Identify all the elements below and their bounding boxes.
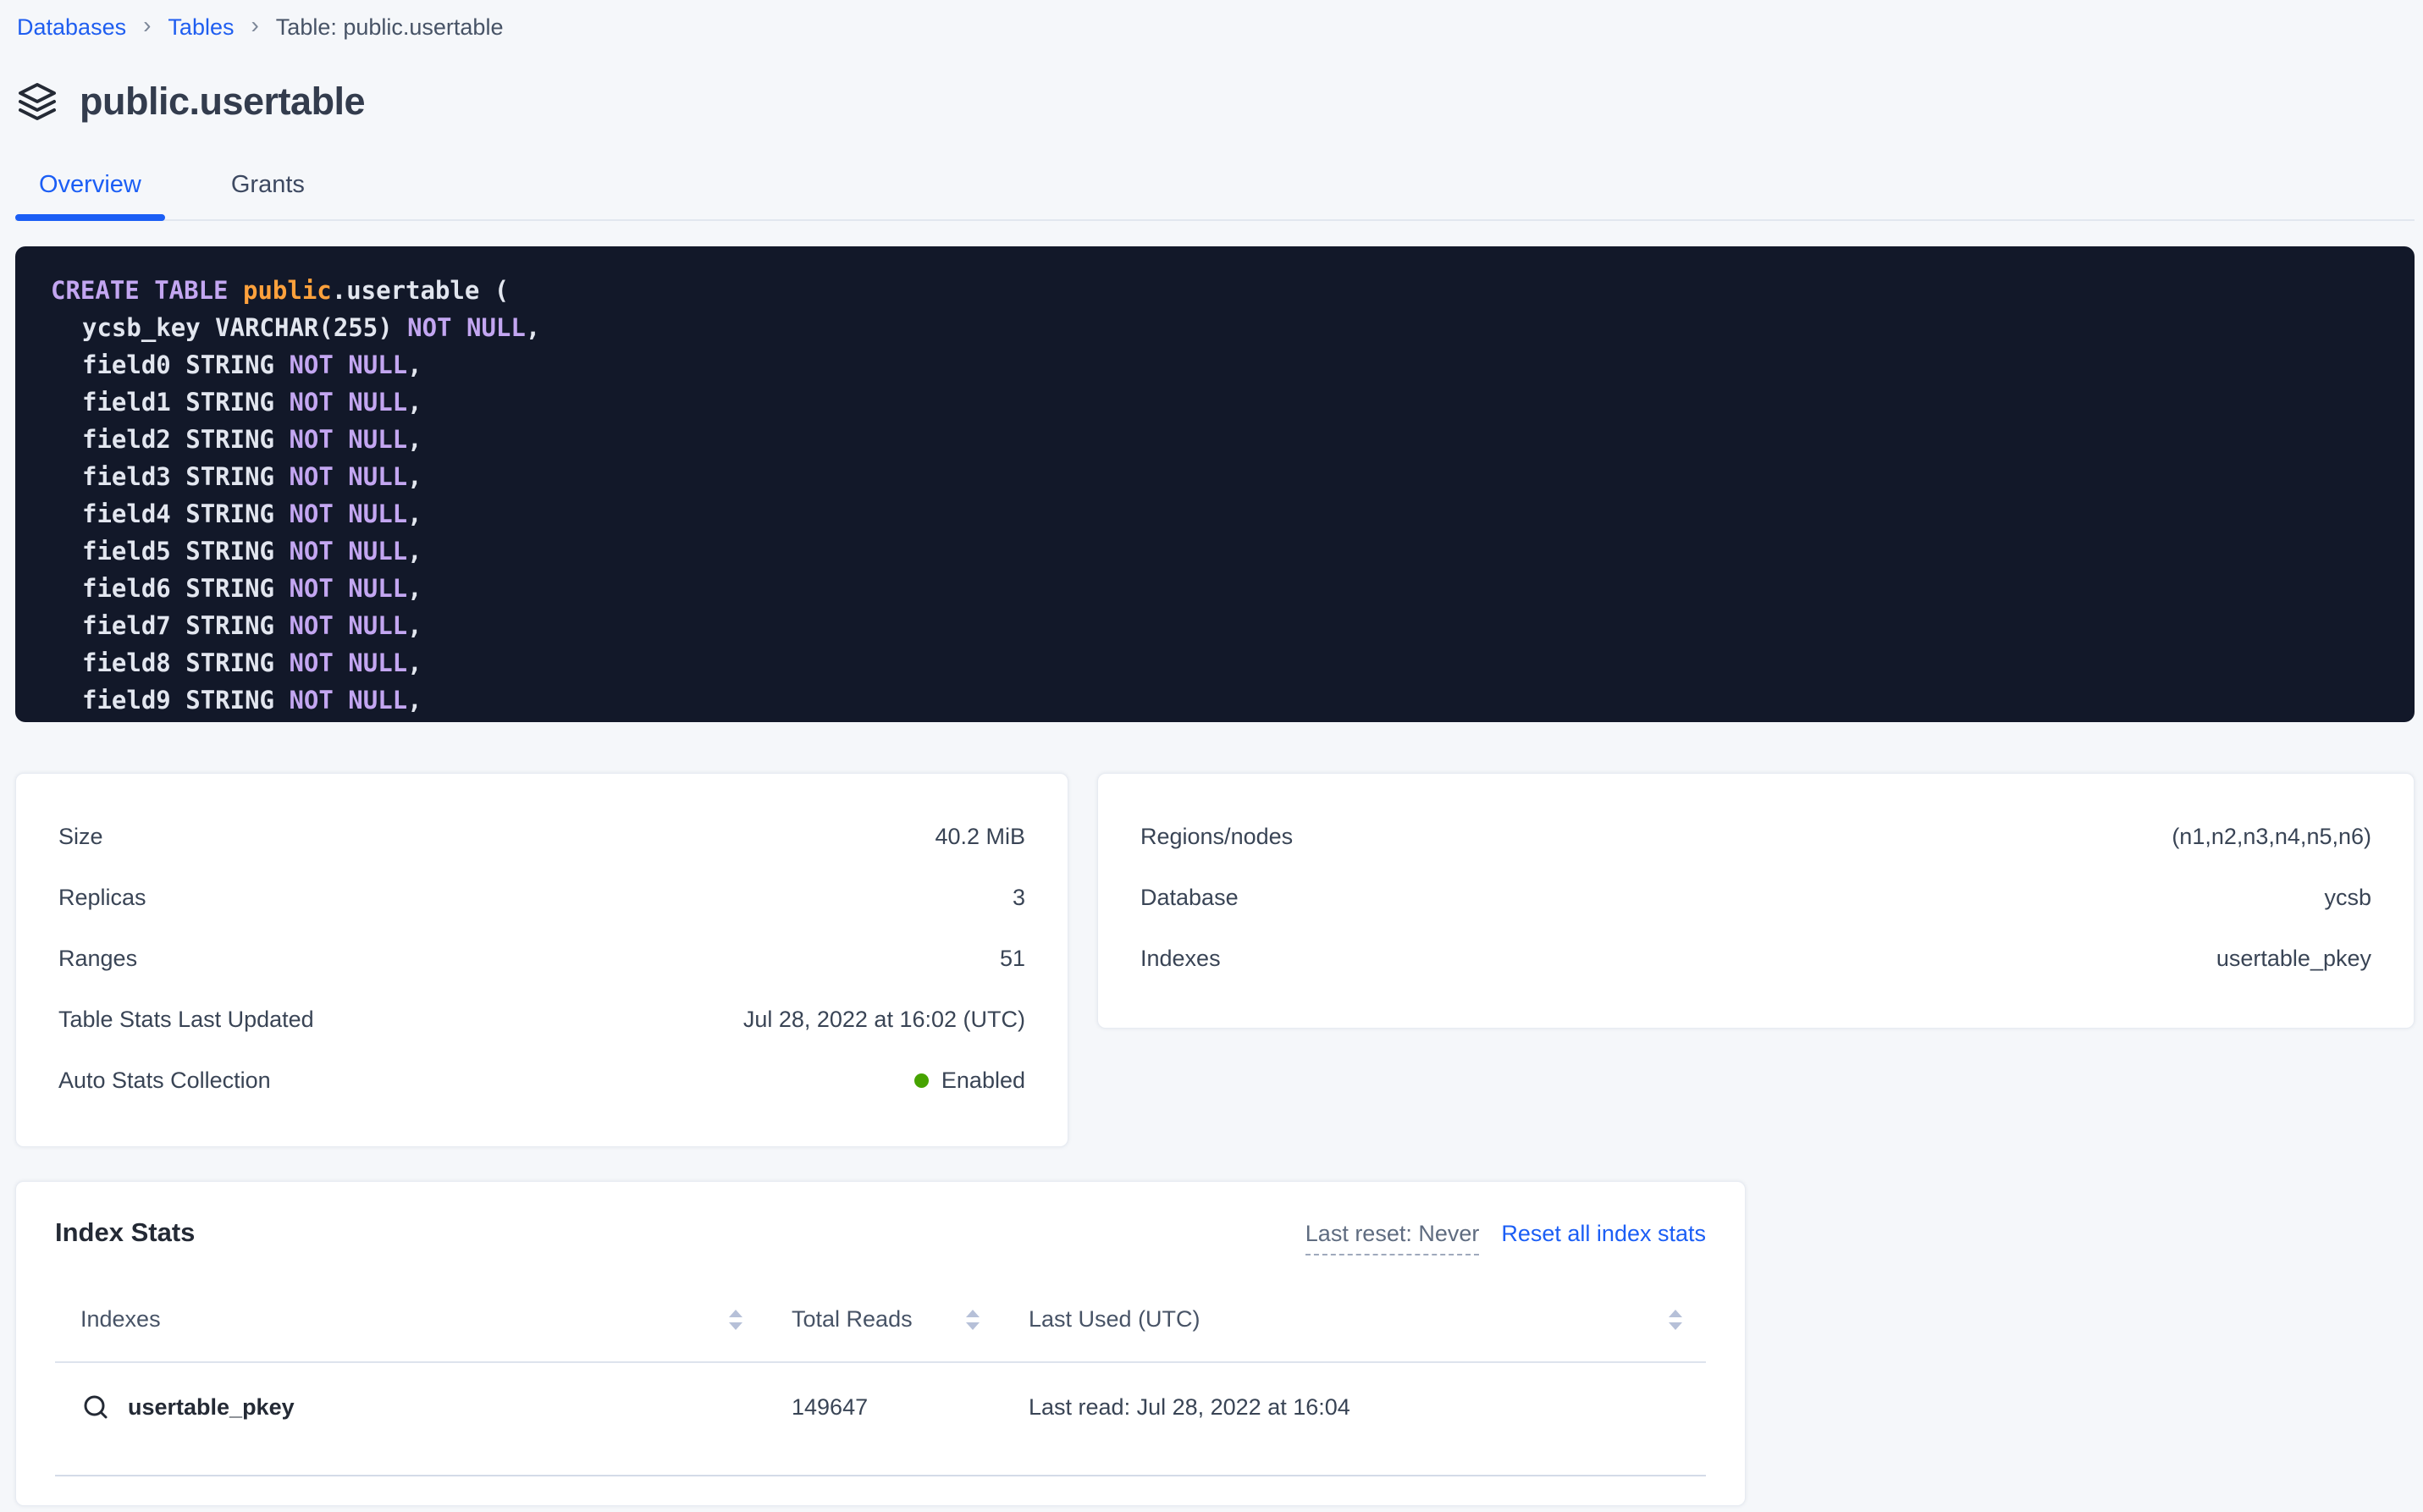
sql-line: field5 STRING NOT NULL,	[51, 533, 2381, 570]
table-location-card: Regions/nodes (n1,n2,n3,n4,n5,n6) Databa…	[1097, 773, 2415, 1029]
sql-line: field1 STRING NOT NULL,	[51, 384, 2381, 421]
sort-icon	[1667, 1307, 1684, 1333]
page-header: public.usertable	[17, 80, 2423, 124]
sql-table-name: .usertable (	[332, 276, 510, 305]
column-header-indexes[interactable]: Indexes	[55, 1306, 766, 1333]
page-title: public.usertable	[80, 80, 365, 124]
chevron-right-icon: ›	[143, 14, 151, 41]
stat-row-regions: Regions/nodes (n1,n2,n3,n4,n5,n6)	[1140, 806, 2371, 867]
stat-row-auto-stats: Auto Stats Collection Enabled	[58, 1050, 1025, 1111]
status-dot-icon	[914, 1073, 929, 1088]
sql-line: field0 STRING NOT NULL,	[51, 346, 2381, 384]
layers-icon	[17, 81, 58, 122]
stat-row-size: Size 40.2 MiB	[58, 806, 1025, 867]
sql-line: field3 STRING NOT NULL,	[51, 458, 2381, 495]
column-header-last-used[interactable]: Last Used (UTC)	[1003, 1306, 1706, 1333]
breadcrumb-link-tables[interactable]: Tables	[168, 14, 234, 41]
stat-row-stats-updated: Table Stats Last Updated Jul 28, 2022 at…	[58, 989, 1025, 1050]
index-stats-table: Indexes Total Reads Last Used (UTC)	[55, 1281, 1706, 1476]
column-header-total-reads[interactable]: Total Reads	[766, 1306, 1003, 1333]
sql-line: field2 STRING NOT NULL,	[51, 421, 2381, 458]
tab-bar: Overview Grants	[15, 171, 2415, 221]
tab-grants[interactable]: Grants	[207, 171, 328, 219]
last-reset-label[interactable]: Last reset: Never	[1305, 1221, 1480, 1255]
sql-line: field6 STRING NOT NULL,	[51, 570, 2381, 607]
sql-schema: public	[243, 276, 332, 305]
search-icon	[80, 1392, 111, 1422]
table-header-row: Indexes Total Reads Last Used (UTC)	[55, 1281, 1706, 1363]
total-reads-cell: 149647	[766, 1394, 1003, 1421]
status-value: Enabled	[914, 1068, 1025, 1094]
last-used-cell: Last read: Jul 28, 2022 at 16:04	[1003, 1394, 1706, 1421]
index-stats-actions: Last reset: Never Reset all index stats	[1305, 1221, 1706, 1255]
breadcrumb-link-databases[interactable]: Databases	[17, 14, 126, 41]
sql-line: field9 STRING NOT NULL,	[51, 682, 2381, 719]
reset-index-stats-link[interactable]: Reset all index stats	[1501, 1221, 1706, 1247]
stat-row-ranges: Ranges 51	[58, 928, 1025, 989]
stat-row-replicas: Replicas 3	[58, 867, 1025, 928]
index-stats-card: Index Stats Last reset: Never Reset all …	[15, 1181, 1746, 1506]
tab-overview[interactable]: Overview	[15, 171, 165, 219]
sql-line: ycsb_key VARCHAR(255) NOT NULL,	[51, 309, 2381, 346]
stat-row-indexes: Indexes usertable_pkey	[1140, 928, 2371, 989]
sql-line: field7 STRING NOT NULL,	[51, 607, 2381, 644]
sort-icon	[964, 1307, 981, 1333]
sql-keyword: CREATE TABLE	[51, 276, 229, 305]
create-table-statement: CREATE TABLE public.usertable ( ycsb_key…	[15, 246, 2415, 722]
sql-line: CREATE TABLE public.usertable (	[51, 272, 2381, 309]
index-name-link[interactable]: usertable_pkey	[55, 1392, 766, 1422]
chevron-right-icon: ›	[251, 14, 258, 41]
sql-line: field8 STRING NOT NULL,	[51, 644, 2381, 682]
stat-row-database: Database ycsb	[1140, 867, 2371, 928]
overview-cards: Size 40.2 MiB Replicas 3 Ranges 51 Table…	[15, 773, 2415, 1147]
table-details-card: Size 40.2 MiB Replicas 3 Ranges 51 Table…	[15, 773, 1068, 1147]
table-row: usertable_pkey 149647 Last read: Jul 28,…	[55, 1363, 1706, 1476]
breadcrumb-current: Table: public.usertable	[276, 14, 504, 41]
sql-line: field4 STRING NOT NULL,	[51, 495, 2381, 533]
index-stats-title: Index Stats	[55, 1217, 195, 1248]
breadcrumb: Databases › Tables › Table: public.usert…	[0, 0, 2423, 41]
sort-icon	[727, 1307, 744, 1333]
index-stats-header: Index Stats Last reset: Never Reset all …	[55, 1217, 1706, 1255]
